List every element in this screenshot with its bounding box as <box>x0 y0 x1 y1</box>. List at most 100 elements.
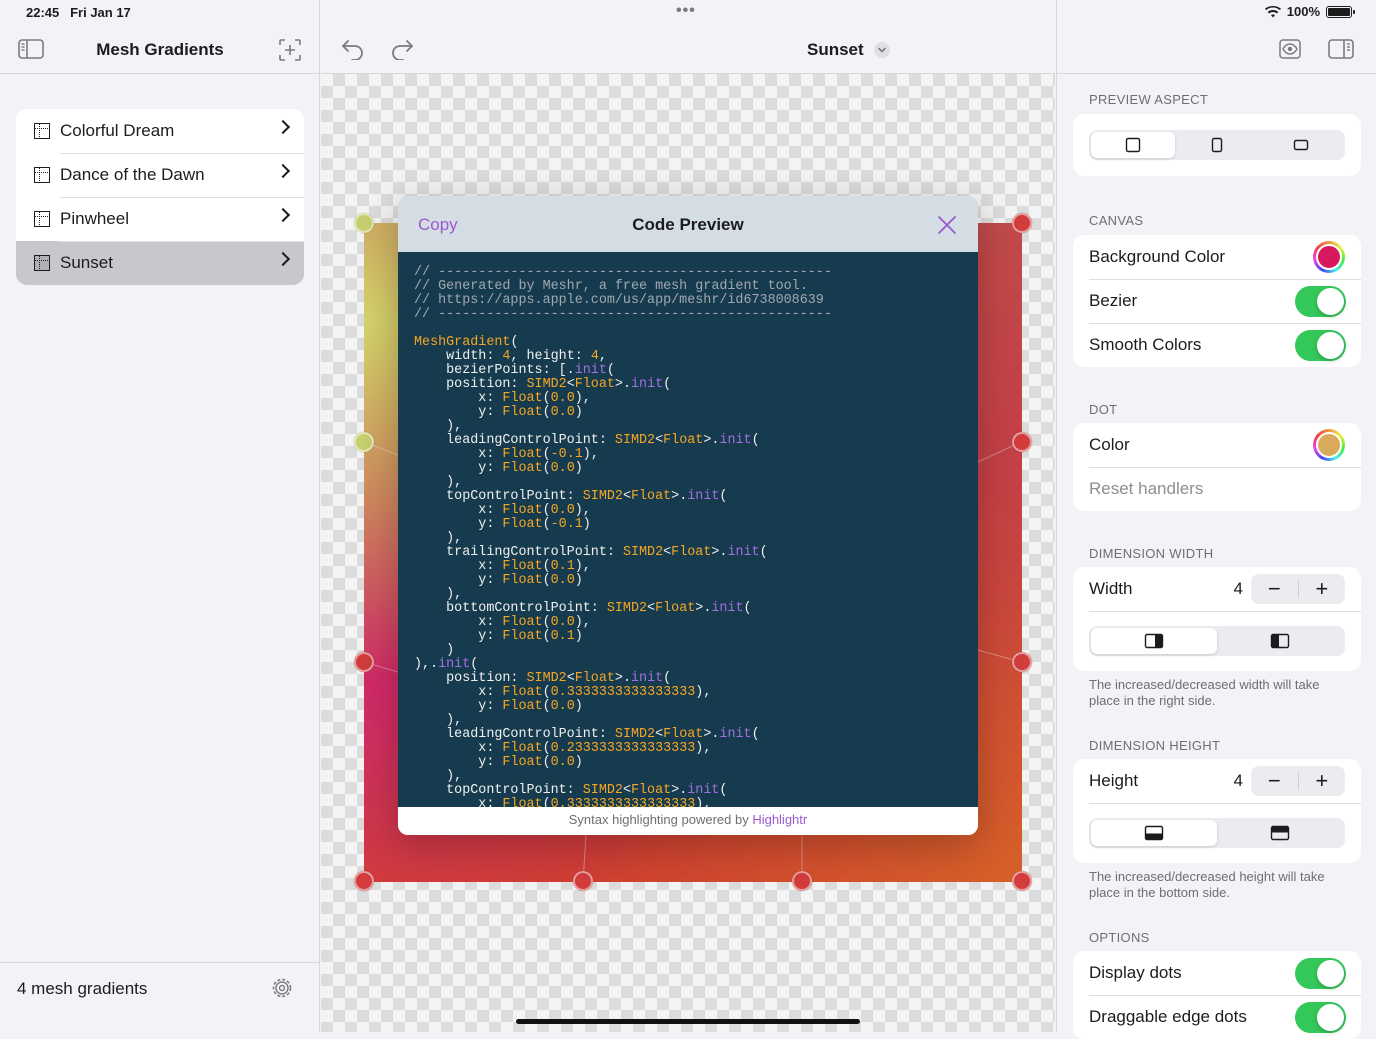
height-label: Height <box>1089 771 1139 790</box>
wifi-icon <box>1264 5 1281 17</box>
mesh-icon <box>34 255 50 271</box>
height-side-row <box>1073 803 1361 863</box>
bezier-label: Bezier <box>1089 291 1138 310</box>
dot-color-well[interactable] <box>1313 429 1345 461</box>
list-item-dance-of-the-dawn[interactable]: Dance of the Dawn <box>16 153 304 197</box>
height-note: The increased/decreased height will take… <box>1089 869 1325 900</box>
smooth-colors-toggle[interactable] <box>1295 330 1346 361</box>
mesh-point-handle[interactable] <box>1012 213 1032 233</box>
modal-title: Code Preview <box>632 215 744 234</box>
redo-icon[interactable] <box>390 38 414 60</box>
width-side-row <box>1073 611 1361 671</box>
battery-icon <box>1326 5 1355 18</box>
chevron-right-icon <box>275 251 291 267</box>
undo-icon[interactable] <box>341 38 365 60</box>
inspector-panel: PREVIEW ASPECT CANVAS Background Color B… <box>1056 0 1376 1039</box>
width-side-left-option[interactable] <box>1217 628 1343 654</box>
background-color-row[interactable]: Background Color <box>1073 235 1361 279</box>
width-value: 4 <box>1233 579 1243 598</box>
sidebar-header: Mesh Gradients <box>0 24 320 74</box>
list-item-colorful-dream[interactable]: Colorful Dream <box>16 109 304 153</box>
status-bar: 22:45 Fri Jan 17 ••• 100% <box>0 0 1376 24</box>
mesh-point-handle[interactable] <box>354 213 374 233</box>
mesh-point-handle[interactable] <box>354 432 374 452</box>
multitasking-dots-icon[interactable]: ••• <box>676 2 696 20</box>
canvas-area: Sunset Copy Code Preview // ------------… <box>321 0 1055 1032</box>
mesh-point-handle[interactable] <box>573 871 593 891</box>
bezier-row: Bezier <box>1073 279 1361 323</box>
list-item-label: Colorful Dream <box>60 121 175 140</box>
code-block: // -------------------------------------… <box>398 252 978 807</box>
inspector-toggle-icon[interactable] <box>1328 38 1354 60</box>
section-title-dimension-height: DIMENSION HEIGHT <box>1089 738 1221 753</box>
height-side-bottom-option[interactable] <box>1091 820 1217 846</box>
square-icon <box>1125 137 1141 153</box>
width-increment-button[interactable]: + <box>1299 574 1346 604</box>
mesh-point-handle[interactable] <box>1012 432 1032 452</box>
list-item-pinwheel[interactable]: Pinwheel <box>16 197 304 241</box>
add-gradient-icon[interactable] <box>278 38 302 62</box>
width-side-segmented-control <box>1089 626 1345 656</box>
section-title-preview-aspect: PREVIEW ASPECT <box>1089 92 1209 107</box>
sidebar: Mesh Gradients Colorful Dream Dance of t… <box>0 0 320 1032</box>
mesh-icon <box>34 123 50 139</box>
height-decrement-button[interactable]: − <box>1251 768 1299 793</box>
code-preview-modal: Copy Code Preview // -------------------… <box>398 196 978 835</box>
code-comment: // -------------------------------------… <box>414 265 832 322</box>
document-title[interactable]: Sunset <box>807 40 891 60</box>
section-title-canvas: CANVAS <box>1089 213 1144 228</box>
smooth-colors-row: Smooth Colors <box>1073 323 1361 367</box>
smooth-colors-label: Smooth Colors <box>1089 335 1202 354</box>
reset-handlers-row[interactable]: Reset handlers <box>1073 467 1361 511</box>
main-toolbar <box>321 24 1055 74</box>
gradient-list: Colorful Dream Dance of the Dawn Pinwhee… <box>16 109 304 285</box>
dot-color-row[interactable]: Color <box>1073 423 1361 467</box>
draggable-edge-dots-label: Draggable edge dots <box>1089 1007 1247 1026</box>
height-stepper: − + <box>1251 766 1345 796</box>
width-decrement-button[interactable]: − <box>1251 576 1299 601</box>
aspect-landscape-option[interactable] <box>1259 132 1343 158</box>
width-side-right-option[interactable] <box>1091 628 1217 654</box>
chevron-down-icon[interactable] <box>874 41 891 58</box>
mesh-point-handle[interactable] <box>354 871 374 891</box>
mesh-point-handle[interactable] <box>1012 652 1032 672</box>
close-icon[interactable] <box>936 214 958 236</box>
highlightr-link[interactable]: Highlightr <box>752 812 807 827</box>
display-dots-label: Display dots <box>1089 963 1182 982</box>
modal-footer: Syntax highlighting powered by Highlight… <box>398 807 978 835</box>
dot-color-label: Color <box>1089 435 1130 454</box>
home-indicator[interactable] <box>516 1019 860 1024</box>
draggable-edge-dots-toggle[interactable] <box>1295 1002 1346 1033</box>
preview-aspect-segmented-control <box>1089 130 1345 160</box>
background-color-label: Background Color <box>1089 247 1226 266</box>
width-label: Width <box>1089 579 1133 598</box>
height-increment-button[interactable]: + <box>1299 766 1346 796</box>
background-color-well[interactable] <box>1313 241 1345 273</box>
bezier-toggle[interactable] <box>1295 286 1346 317</box>
height-side-segmented-control <box>1089 818 1345 848</box>
display-dots-toggle[interactable] <box>1295 958 1346 989</box>
dimension-width-group: Width 4 − + <box>1073 567 1361 671</box>
eye-icon[interactable] <box>1279 38 1301 60</box>
mesh-point-handle[interactable] <box>1012 871 1032 891</box>
reset-handlers-button[interactable]: Reset handlers <box>1089 479 1203 499</box>
panel-bottom-icon <box>1144 825 1164 841</box>
aspect-square-option[interactable] <box>1091 132 1175 158</box>
mesh-icon <box>34 167 50 183</box>
inspector-header <box>1057 24 1376 74</box>
section-title-options: OPTIONS <box>1089 930 1150 945</box>
width-row: Width 4 − + <box>1073 567 1361 611</box>
list-item-label: Pinwheel <box>60 209 129 228</box>
height-side-top-option[interactable] <box>1217 820 1343 846</box>
modal-header: Copy Code Preview <box>398 196 978 252</box>
height-value: 4 <box>1233 771 1243 790</box>
settings-gear-icon[interactable] <box>270 976 294 1000</box>
mesh-point-handle[interactable] <box>354 652 374 672</box>
aspect-portrait-option[interactable] <box>1175 132 1259 158</box>
battery-percent: 100% <box>1286 4 1320 19</box>
sidebar-title: Mesh Gradients <box>96 40 224 59</box>
width-stepper: − + <box>1251 574 1345 604</box>
mesh-point-handle[interactable] <box>792 871 812 891</box>
list-item-sunset[interactable]: Sunset <box>16 241 304 285</box>
draggable-edge-dots-row: Draggable edge dots <box>1073 995 1361 1039</box>
